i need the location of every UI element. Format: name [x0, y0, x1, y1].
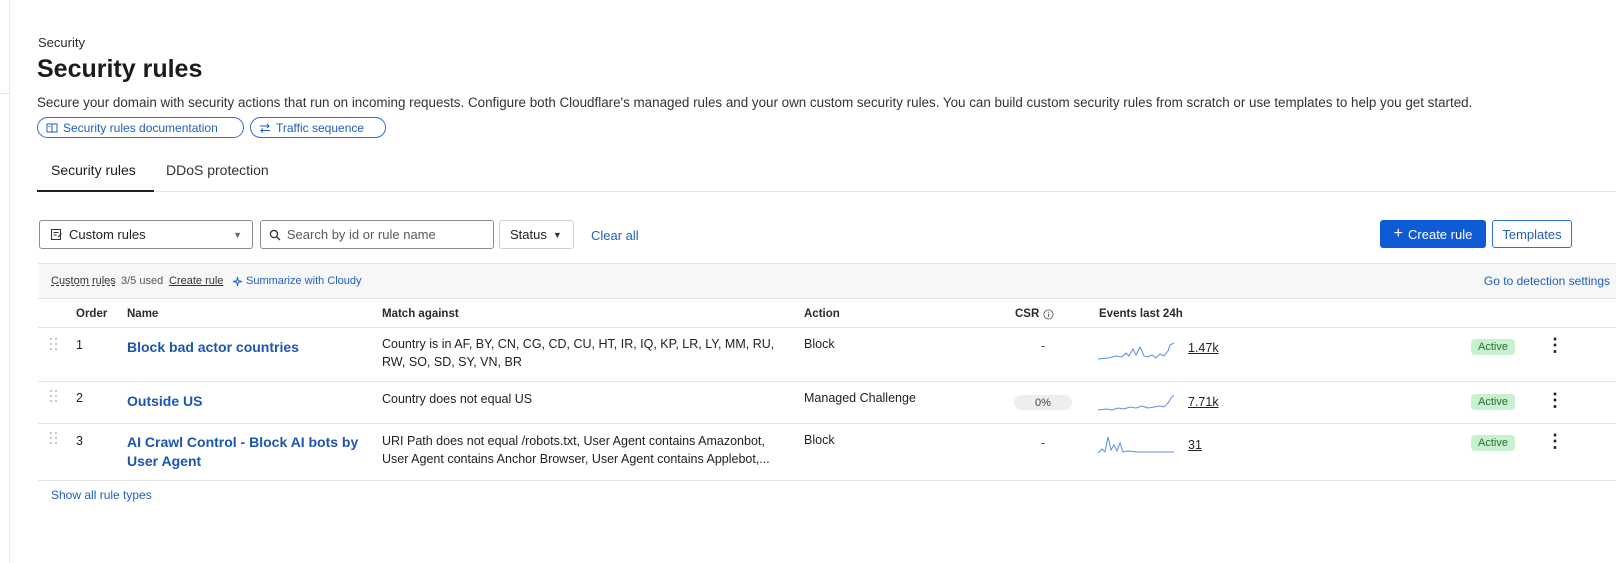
left-nav-border [9, 0, 10, 563]
sparkle-icon [232, 276, 243, 286]
column-order: Order [76, 308, 108, 320]
rule-action: Block [804, 433, 835, 447]
rule-name-link[interactable]: Block bad actor countries [127, 338, 367, 357]
docs-link-label: Security rules documentation [63, 120, 218, 135]
kebab-icon[interactable]: ⋮ [1546, 432, 1564, 450]
sequence-icon [260, 123, 270, 133]
search-input[interactable] [286, 227, 485, 242]
tab-bar: Security rules DDoS protection [37, 152, 1616, 192]
search-field[interactable] [260, 220, 494, 249]
rule-csr: - [1041, 436, 1046, 450]
breadcrumb[interactable]: Security [38, 35, 85, 50]
events-sparkline [1098, 394, 1174, 411]
status-filter-button[interactable]: Status ▼ [499, 220, 574, 249]
traffic-sequence-link[interactable]: Traffic sequence [250, 117, 386, 138]
summarize-label: Summarize with Cloudy [246, 275, 362, 287]
table-row[interactable]: 2 Outside US Country does not equal US M… [38, 383, 1616, 424]
rules-table: Custom rules 3/5 used Create rule Summar… [38, 263, 1616, 481]
rules-used-count: 3/5 used [121, 275, 164, 287]
rule-action: Block [804, 337, 835, 351]
left-nav-divider [0, 93, 10, 94]
templates-button[interactable]: Templates [1492, 220, 1572, 248]
rule-events-count[interactable]: 31 [1188, 438, 1202, 452]
traffic-link-label: Traffic sequence [276, 120, 365, 135]
tab-ddos-protection[interactable]: DDoS protection [166, 162, 269, 178]
table-header: Order Name Match against Action CSR Even… [38, 300, 1616, 328]
rule-order: 2 [76, 391, 83, 405]
table-row[interactable]: 1 Block bad actor countries Country is i… [38, 329, 1616, 382]
book-icon [46, 123, 58, 132]
summarize-with-cloudy-link[interactable]: Summarize with Cloudy [232, 275, 362, 287]
tab-security-rules[interactable]: Security rules [51, 162, 136, 178]
rule-order: 1 [76, 338, 83, 352]
status-filter-label: Status [510, 227, 547, 242]
events-sparkline [1098, 436, 1174, 454]
column-action: Action [804, 308, 840, 320]
create-rule-button[interactable]: + Create rule [1380, 220, 1486, 248]
table-toolbar: Custom rules 3/5 used Create rule Summar… [38, 264, 1616, 299]
search-icon [269, 229, 281, 240]
events-sparkline [1098, 342, 1174, 360]
custom-rules-icon [51, 229, 62, 240]
rule-match-expression: URI Path does not equal /robots.txt, Use… [382, 434, 770, 466]
column-csr-label: CSR [1015, 308, 1040, 320]
plus-icon: + [1393, 225, 1404, 242]
rule-match-expression: Country does not equal US [382, 392, 533, 406]
kebab-icon[interactable]: ⋮ [1546, 391, 1564, 409]
rule-name-link[interactable]: Outside US [127, 392, 367, 411]
info-icon[interactable] [1043, 308, 1054, 320]
show-all-rule-types-link[interactable]: Show all rule types [51, 488, 152, 502]
column-match-against: Match against [382, 308, 459, 320]
rule-type-value: Custom rules [69, 227, 146, 242]
drag-handle-icon[interactable] [50, 338, 58, 350]
rule-csr: 0% [1014, 395, 1072, 410]
rule-match-expression: Country is in AF, BY, CN, CG, CD, CU, HT… [382, 337, 775, 369]
security-rules-documentation-link[interactable]: Security rules documentation [37, 117, 244, 138]
rule-action: Managed Challenge [804, 391, 916, 405]
rule-order: 3 [76, 434, 83, 448]
column-name: Name [127, 308, 159, 320]
column-events-last-24h: Events last 24h [1099, 308, 1183, 320]
chevron-down-icon: ▼ [233, 229, 242, 240]
status-badge: Active [1471, 435, 1515, 451]
go-to-detection-settings-link[interactable]: Go to detection settings [1484, 274, 1610, 288]
toolbar-create-rule-link[interactable]: Create rule [169, 275, 223, 287]
status-badge: Active [1471, 339, 1515, 355]
rule-type-select[interactable]: Custom rules ▼ [39, 220, 253, 249]
drag-handle-icon[interactable] [50, 390, 58, 402]
active-tab-indicator [37, 190, 154, 192]
clear-all-button[interactable]: Clear all [591, 228, 639, 243]
create-rule-label: Create rule [1408, 226, 1473, 242]
custom-rules-label[interactable]: Custom rules [51, 275, 116, 287]
kebab-icon[interactable]: ⋮ [1546, 336, 1564, 354]
rule-events-count[interactable]: 1.47k [1188, 341, 1219, 355]
caret-down-icon: ▼ [552, 229, 562, 240]
column-csr: CSR [1015, 308, 1054, 320]
table-row[interactable]: 3 AI Crawl Control - Block AI bots by Us… [38, 425, 1616, 481]
rule-events-count[interactable]: 7.71k [1188, 395, 1219, 409]
page-title: Security rules [37, 55, 203, 83]
page-description: Secure your domain with security actions… [37, 95, 1473, 110]
rule-csr: - [1041, 339, 1046, 353]
rule-name-link[interactable]: AI Crawl Control - Block AI bots by User… [127, 433, 362, 471]
status-badge: Active [1471, 394, 1515, 410]
drag-handle-icon[interactable] [50, 432, 58, 444]
